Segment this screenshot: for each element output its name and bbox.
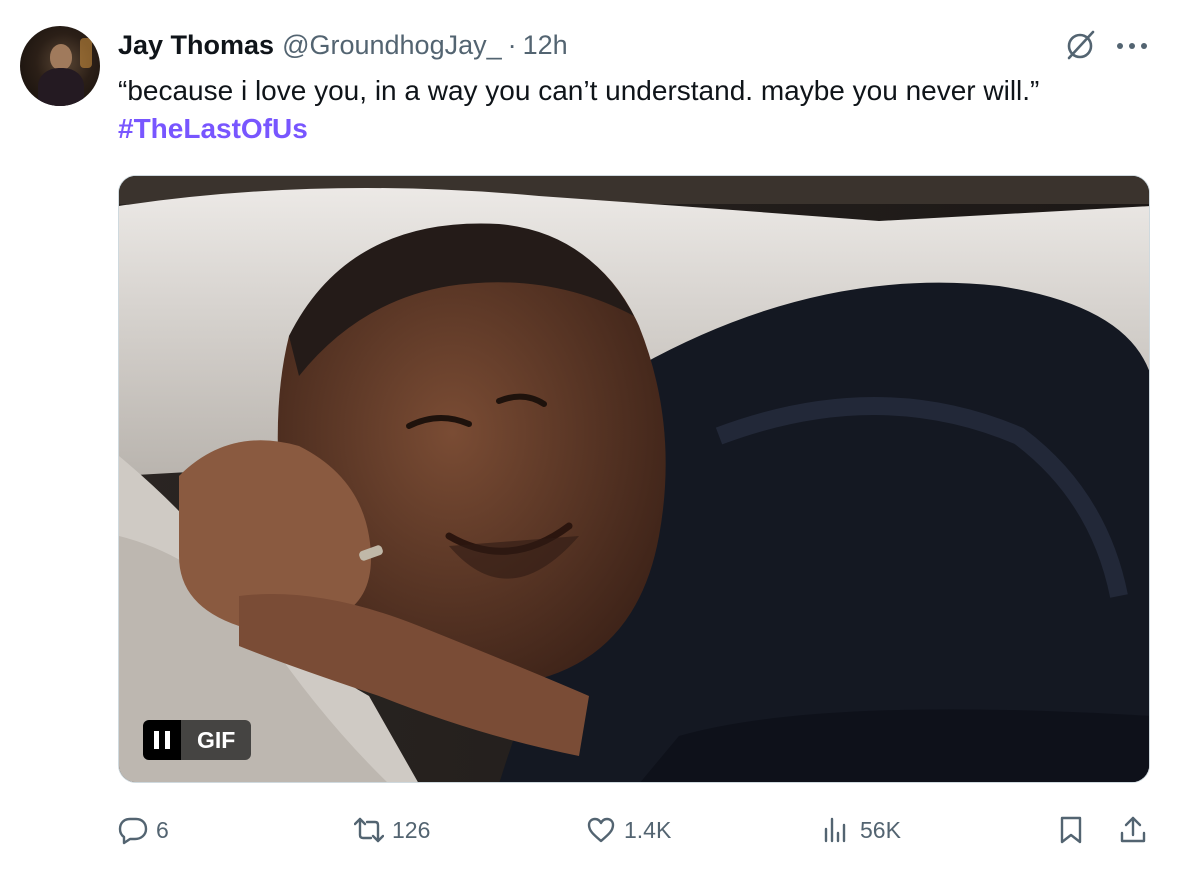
share-icon — [1120, 816, 1146, 843]
repost-icon — [354, 817, 384, 843]
action-bar: 6 126 1.4K 56K — [118, 808, 1158, 852]
avatar-lamp — [80, 38, 92, 68]
views-icon — [824, 817, 846, 843]
gif-label: GIF — [181, 720, 252, 760]
tweet-text: “because i love you, in a way you can’t … — [118, 72, 1158, 148]
reply-count: 6 — [156, 816, 169, 843]
like-count: 1.4K — [624, 816, 672, 843]
reply-icon — [118, 817, 148, 845]
tweet-body: “because i love you, in a way you can’t … — [118, 75, 1040, 106]
tweet-card[interactable]: Jay Thomas @GroundhogJay_ · 12h “because… — [0, 0, 1186, 876]
like-button[interactable]: 1.4K — [586, 808, 671, 852]
views-button[interactable]: 56K — [822, 808, 901, 852]
heart-icon — [587, 817, 615, 843]
grok-icon[interactable] — [1064, 28, 1098, 62]
views-count: 56K — [860, 816, 901, 843]
gif-frame — [119, 176, 1149, 782]
avatar-head — [50, 44, 72, 70]
bookmark-icon — [1060, 816, 1082, 844]
avatar-body — [38, 68, 84, 106]
user-handle[interactable]: @GroundhogJay_ — [282, 30, 502, 61]
hashtag-link[interactable]: #TheLastOfUs — [118, 110, 1158, 148]
share-button[interactable] — [1118, 808, 1148, 852]
avatar[interactable] — [20, 26, 100, 106]
pause-bar-left — [154, 731, 159, 749]
separator-dot: · — [507, 30, 517, 60]
tweet-header: Jay Thomas @GroundhogJay_ · 12h — [118, 30, 568, 64]
reply-button[interactable]: 6 — [118, 808, 169, 852]
pause-icon[interactable] — [143, 720, 181, 760]
repost-button[interactable]: 126 — [354, 808, 430, 852]
repost-count: 126 — [392, 816, 431, 843]
display-name[interactable]: Jay Thomas — [118, 30, 274, 61]
more-icon[interactable] — [1116, 42, 1148, 50]
gif-media[interactable]: GIF — [118, 175, 1150, 783]
tweet-time[interactable]: 12h — [523, 30, 568, 61]
gif-badge[interactable]: GIF — [143, 720, 252, 760]
bookmark-button[interactable] — [1056, 808, 1086, 852]
pause-bar-right — [165, 731, 170, 749]
